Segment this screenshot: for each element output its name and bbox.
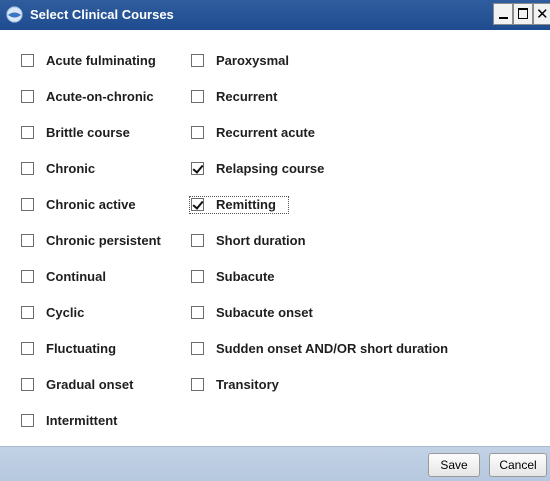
option-label[interactable]: Relapsing course — [216, 161, 324, 176]
option-label[interactable]: Continual — [46, 269, 106, 284]
save-button[interactable]: Save — [428, 453, 480, 477]
option-label[interactable]: Transitory — [216, 377, 279, 392]
option-label[interactable]: Acute fulminating — [46, 53, 156, 68]
select-clinical-courses-dialog: Select Clinical Courses ✕ Acute fulminat… — [0, 0, 550, 481]
close-icon: ✕ — [536, 5, 549, 23]
checkbox-chronic-active[interactable] — [21, 198, 34, 211]
checkbox-cyclic[interactable] — [21, 306, 34, 319]
checkbox-sudden-onset-and-or-short-duration[interactable] — [191, 342, 204, 355]
dialog-footer: Save Cancel — [0, 446, 550, 481]
checkbox-acute-on-chronic[interactable] — [21, 90, 34, 103]
option-label[interactable]: Short duration — [216, 233, 306, 248]
option-label[interactable]: Subacute onset — [216, 305, 313, 320]
checkbox-paroxysmal[interactable] — [191, 54, 204, 67]
minimize-icon — [499, 17, 508, 19]
checkbox-short-duration[interactable] — [191, 234, 204, 247]
close-button[interactable]: ✕ — [533, 3, 550, 25]
checkbox-chronic[interactable] — [21, 162, 34, 175]
minimize-button[interactable] — [493, 3, 513, 25]
option-label[interactable]: Chronic active — [46, 197, 136, 212]
course-options-panel: Acute fulminating Acute-on-chronic Brittle… — [0, 30, 550, 446]
option-label[interactable]: Chronic — [46, 161, 95, 176]
checkbox-gradual-onset[interactable] — [21, 378, 34, 391]
option-label[interactable]: Paroxysmal — [216, 53, 289, 68]
checkbox-continual[interactable] — [21, 270, 34, 283]
option-label[interactable]: Gradual onset — [46, 377, 133, 392]
option-label[interactable]: Sudden onset AND/OR short duration — [216, 341, 448, 356]
checkbox-intermittent[interactable] — [21, 414, 34, 427]
checkbox-relapsing-course[interactable] — [191, 162, 204, 175]
checkbox-brittle-course[interactable] — [21, 126, 34, 139]
checkbox-subacute[interactable] — [191, 270, 204, 283]
option-label[interactable]: Subacute — [216, 269, 275, 284]
checkbox-transitory[interactable] — [191, 378, 204, 391]
checkbox-fluctuating[interactable] — [21, 342, 34, 355]
checkbox-recurrent-acute[interactable] — [191, 126, 204, 139]
option-label[interactable]: Chronic persistent — [46, 233, 161, 248]
option-label[interactable]: Fluctuating — [46, 341, 116, 356]
option-label[interactable]: Cyclic — [46, 305, 84, 320]
checkbox-subacute-onset[interactable] — [191, 306, 204, 319]
title-bar[interactable]: Select Clinical Courses ✕ — [0, 0, 550, 30]
maximize-button[interactable] — [513, 3, 533, 25]
option-label[interactable]: Recurrent — [216, 89, 277, 104]
dialog-title: Select Clinical Courses — [30, 7, 174, 22]
checkbox-chronic-persistent[interactable] — [21, 234, 34, 247]
maximize-icon — [518, 8, 528, 19]
option-label[interactable]: Remitting — [216, 197, 276, 212]
option-label[interactable]: Recurrent acute — [216, 125, 315, 140]
cancel-button[interactable]: Cancel — [489, 453, 547, 477]
option-label[interactable]: Acute-on-chronic — [46, 89, 154, 104]
checkbox-acute-fulminating[interactable] — [21, 54, 34, 67]
app-globe-icon — [6, 6, 23, 23]
option-label[interactable]: Brittle course — [46, 125, 130, 140]
option-label[interactable]: Intermittent — [46, 413, 118, 428]
checkbox-recurrent[interactable] — [191, 90, 204, 103]
